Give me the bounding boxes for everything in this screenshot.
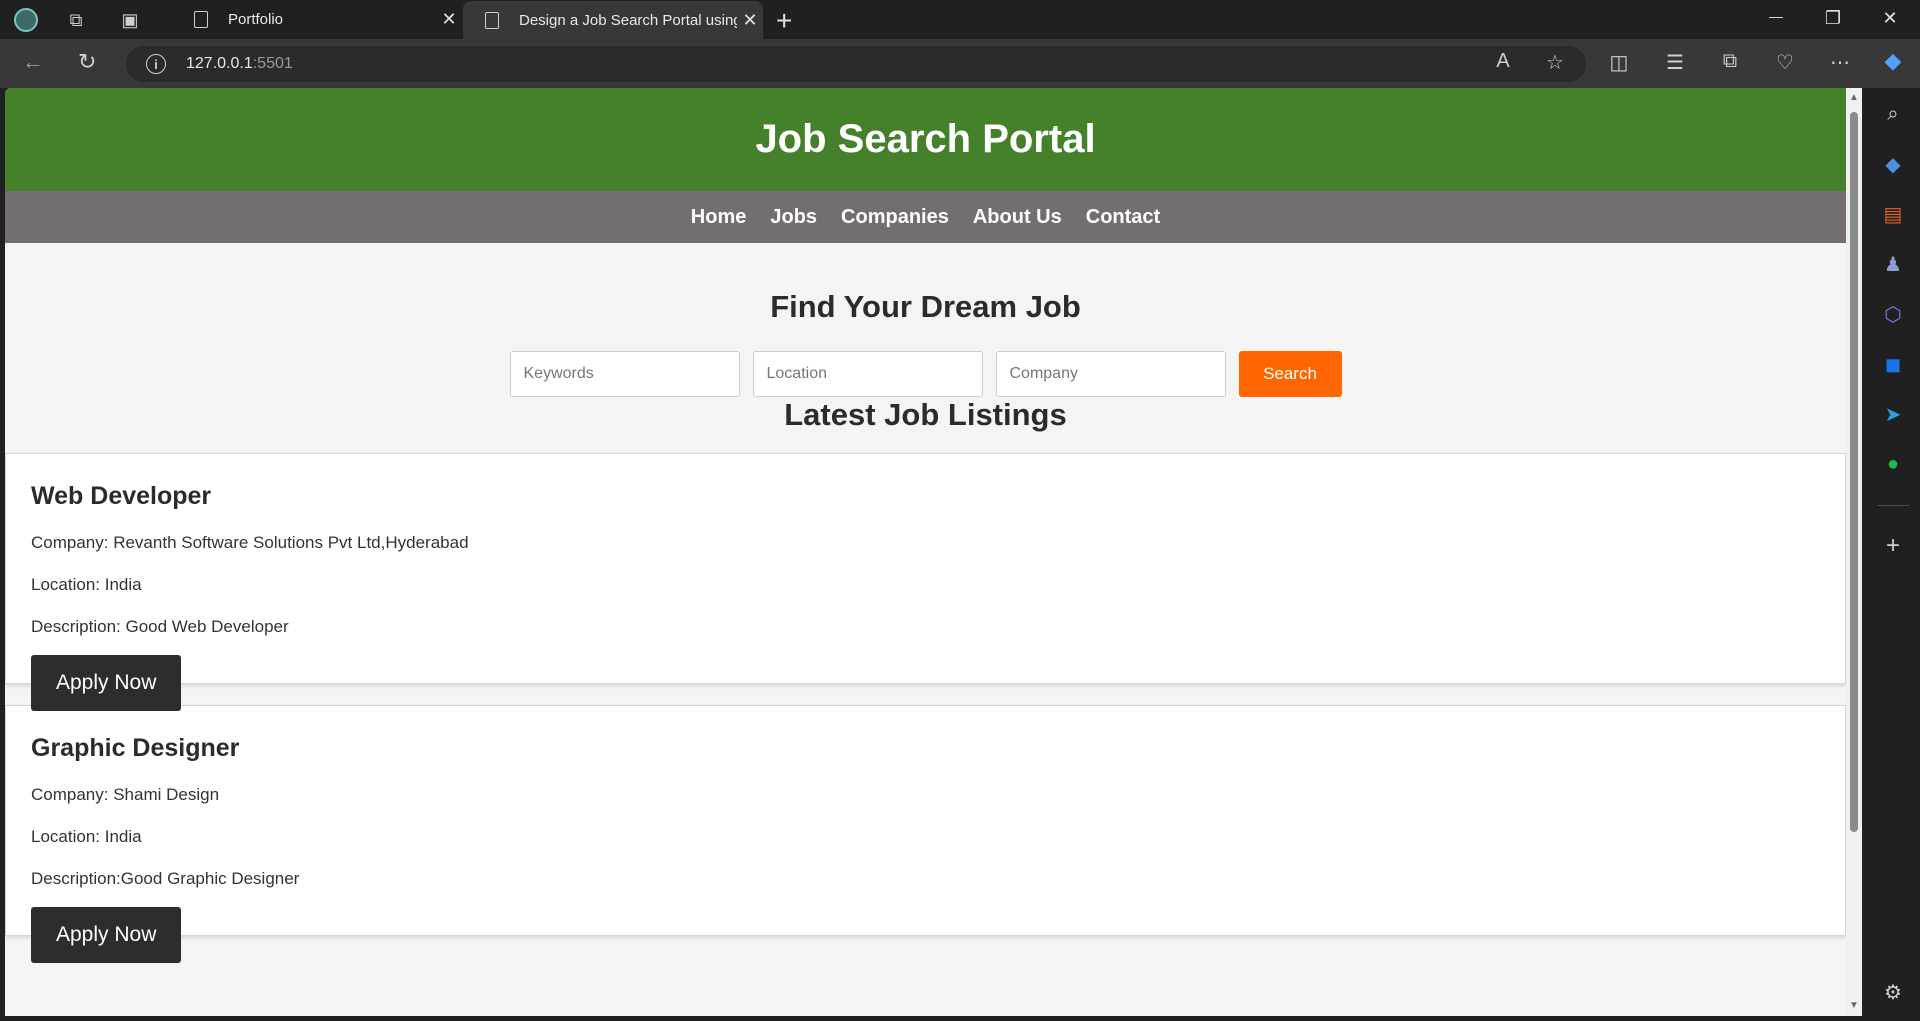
games-icon[interactable]: ♟ — [1877, 248, 1909, 280]
nav-about-us[interactable]: About Us — [973, 206, 1062, 229]
apply-now-button[interactable]: Apply Now — [31, 655, 182, 711]
job-card: Graphic Designer Company: Shami Design L… — [5, 705, 1846, 963]
site-info-icon[interactable]: i — [146, 54, 166, 74]
job-description: Description: Good Web Developer — [31, 617, 289, 636]
site-nav: Home Jobs Companies About Us Contact — [5, 191, 1846, 243]
site-title: Job Search Portal — [755, 117, 1096, 161]
outlook-icon[interactable]: ◼ — [1877, 348, 1909, 380]
sidebar-divider — [1877, 505, 1909, 506]
url-text: 127.0.0.1:5501 — [186, 55, 293, 72]
job-card: Web Developer Company: Revanth Software … — [5, 453, 1846, 711]
tab-title: Design a Job Search Portal using — [519, 12, 737, 29]
nav-companies[interactable]: Companies — [841, 206, 949, 229]
restore-button[interactable]: ❐ — [1813, 8, 1853, 29]
scrollbar-thumb[interactable] — [1850, 112, 1858, 832]
job-title: Web Developer — [31, 482, 212, 510]
new-tab-icon[interactable]: + — [776, 5, 792, 37]
job-company: Company: Revanth Software Solutions Pvt … — [31, 533, 469, 552]
keywords-input[interactable] — [509, 351, 740, 397]
job-location: Location: India — [31, 575, 142, 594]
collections-icon[interactable]: ⧉ — [1715, 50, 1745, 73]
tools-icon[interactable]: ▤ — [1877, 198, 1909, 230]
tab-job-portal[interactable]: Design a Job Search Portal using ✕ — [463, 1, 763, 40]
search-button[interactable]: Search — [1238, 351, 1342, 397]
search-section: Find Your Dream Job Search Latest Job Li… — [5, 243, 1846, 433]
company-input[interactable] — [995, 351, 1226, 397]
nav-jobs[interactable]: Jobs — [770, 206, 817, 229]
refresh-icon[interactable]: ↻ — [78, 49, 96, 75]
tab-close-icon[interactable]: ✕ — [436, 9, 462, 30]
add-icon[interactable]: + — [1877, 530, 1909, 562]
settings-gear-icon[interactable]: ⚙ — [1877, 976, 1909, 1008]
location-input[interactable] — [752, 351, 983, 397]
copilot-sidebar-icon[interactable]: ⬡ — [1877, 298, 1909, 330]
scroll-down-icon[interactable]: ▼ — [1849, 1000, 1859, 1011]
job-title: Graphic Designer — [31, 734, 240, 762]
job-location: Location: India — [31, 827, 142, 846]
listings-heading: Latest Job Listings — [784, 397, 1067, 432]
minimize-button[interactable]: — — [1756, 8, 1796, 24]
tab-close-icon[interactable]: ✕ — [737, 10, 763, 31]
send-icon[interactable]: ➤ — [1877, 398, 1909, 430]
search-icon[interactable]: ⌕ — [1877, 98, 1909, 130]
back-icon[interactable]: ← — [22, 49, 44, 75]
read-aloud-icon[interactable]: A — [1488, 50, 1518, 73]
page-icon — [194, 11, 208, 28]
page-scrollbar[interactable]: ▲ ▼ — [1846, 88, 1862, 1016]
profile-avatar[interactable] — [12, 6, 40, 34]
page-icon — [485, 12, 499, 29]
apply-now-button[interactable]: Apply Now — [31, 907, 182, 963]
shopping-tag-icon[interactable]: ◆ — [1877, 148, 1909, 180]
workspaces-icon[interactable]: ⧉ — [62, 6, 90, 34]
job-description: Description:Good Graphic Designer — [31, 869, 300, 888]
site-header: Job Search Portal — [5, 88, 1846, 191]
favorites-icon[interactable]: ☰ — [1660, 50, 1690, 75]
split-screen-icon[interactable]: ◫ — [1604, 50, 1634, 75]
tab-portfolio[interactable]: Portfolio ✕ — [170, 0, 462, 39]
more-menu-icon[interactable]: ⋯ — [1825, 50, 1855, 75]
tab-title: Portfolio — [228, 11, 284, 28]
search-form: Search — [5, 351, 1846, 397]
copilot-icon[interactable]: ◆ — [1878, 48, 1908, 74]
address-bar[interactable]: i 127.0.0.1:5501 — [126, 46, 1586, 82]
close-window-button[interactable]: ✕ — [1870, 8, 1910, 29]
job-company: Company: Shami Design — [31, 785, 220, 804]
scroll-up-icon[interactable]: ▲ — [1849, 92, 1859, 103]
vertical-tabs-icon[interactable]: ▣ — [116, 6, 144, 34]
browser-essentials-icon[interactable]: ♡ — [1770, 50, 1800, 75]
nav-contact[interactable]: Contact — [1086, 206, 1160, 229]
page-viewport: Job Search Portal Home Jobs Companies Ab… — [5, 88, 1846, 1016]
favorite-star-icon[interactable]: ☆ — [1540, 50, 1570, 75]
browser-titlebar: ⧉ ▣ Portfolio ✕ Design a Job Search Port… — [0, 0, 1920, 40]
search-heading: Find Your Dream Job — [770, 289, 1081, 324]
spotify-icon[interactable]: ● — [1877, 448, 1909, 480]
nav-home[interactable]: Home — [691, 206, 747, 229]
